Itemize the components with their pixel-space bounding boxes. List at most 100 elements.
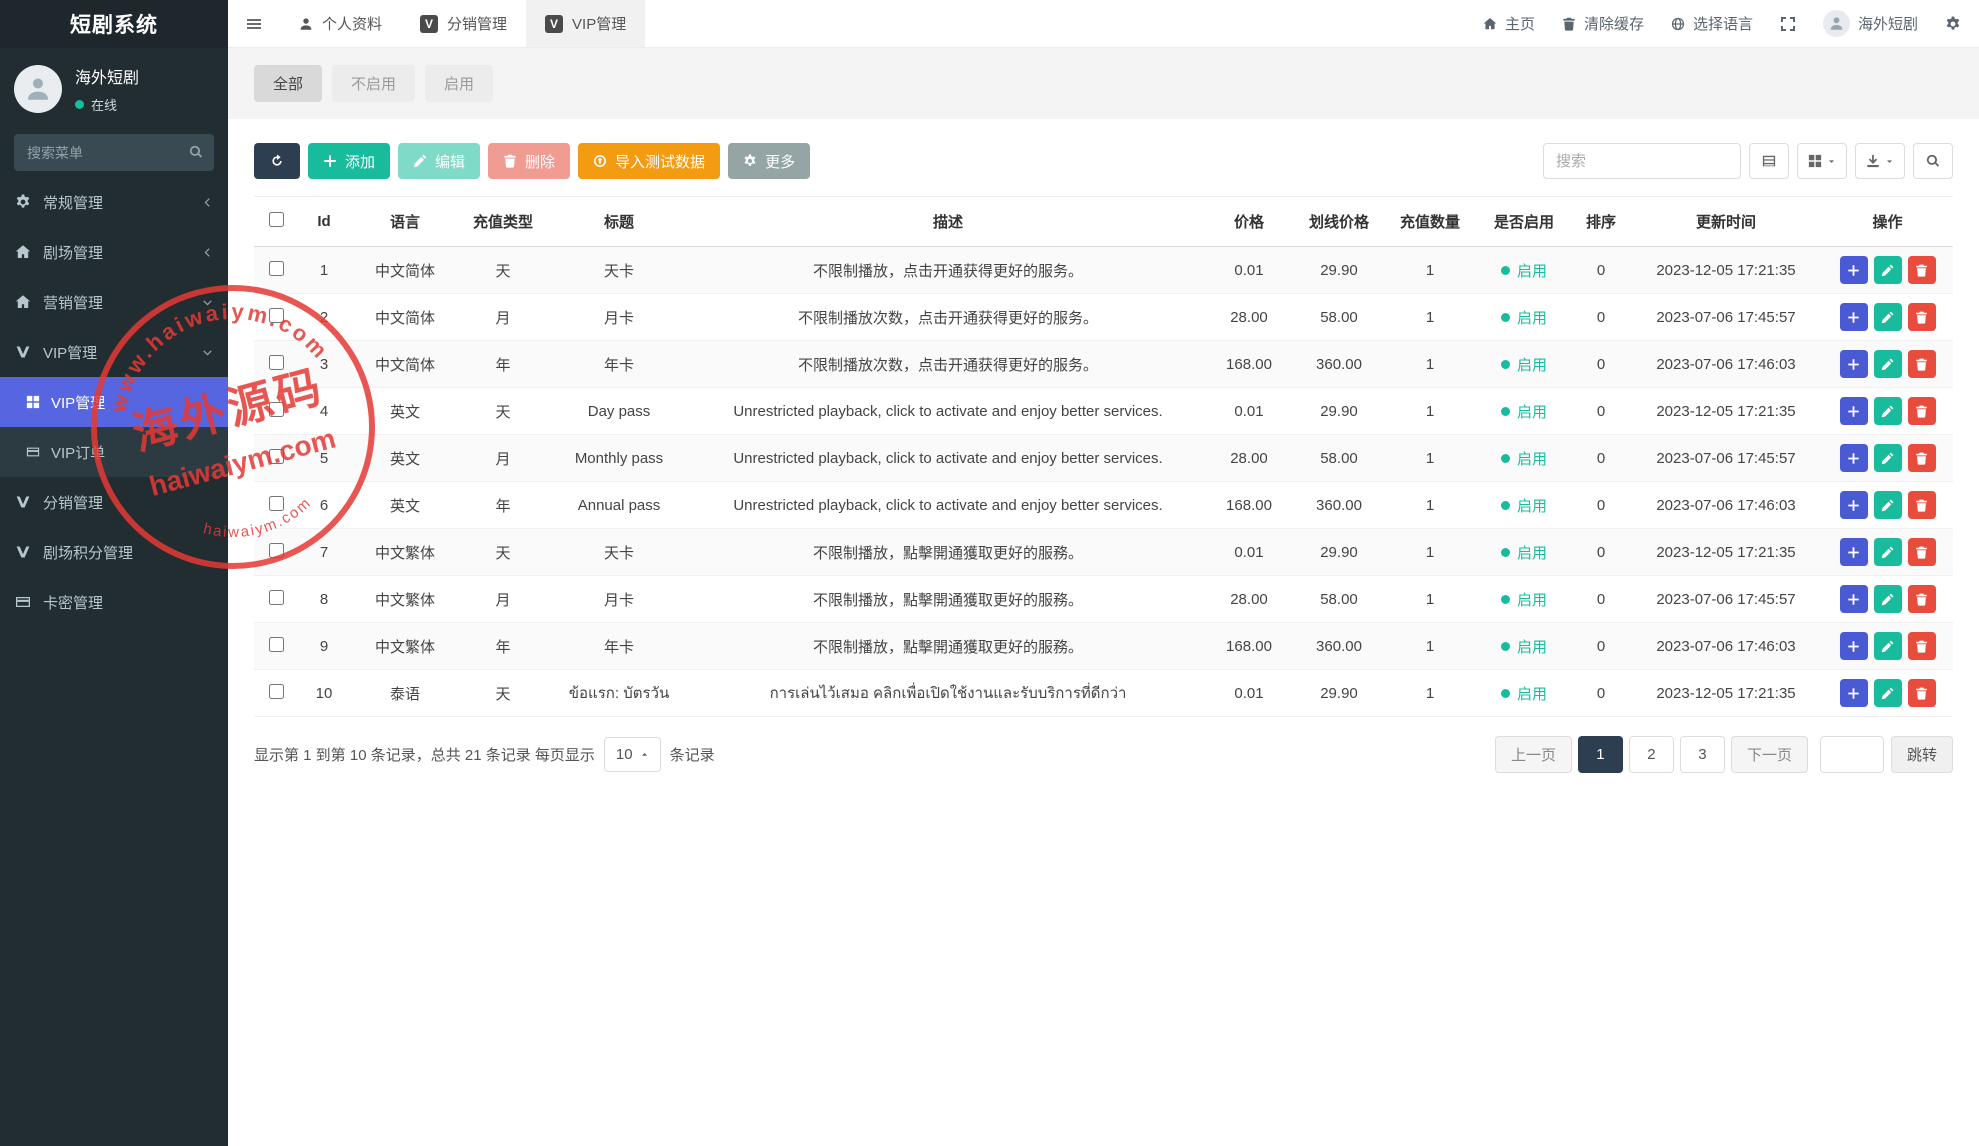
row-delete-button[interactable] <box>1908 256 1936 284</box>
row-checkbox[interactable] <box>269 496 284 511</box>
row-delete-button[interactable] <box>1908 444 1936 472</box>
column-header-1[interactable]: 语言 <box>350 197 460 247</box>
add-button[interactable]: 添加 <box>308 143 390 179</box>
row-edit-button[interactable] <box>1874 491 1902 519</box>
row-delete-button[interactable] <box>1908 350 1936 378</box>
row-delete-button[interactable] <box>1908 679 1936 707</box>
export-button[interactable] <box>1855 143 1905 179</box>
page-button-1[interactable]: 1 <box>1578 736 1623 773</box>
sidebar-item-vip[interactable]: VIP管理 <box>0 327 228 377</box>
page-button-2[interactable]: 2 <box>1629 736 1674 773</box>
sidebar-item-theater[interactable]: 剧场管理 <box>0 227 228 277</box>
row-edit-button[interactable] <box>1874 538 1902 566</box>
cell-price: 28.00 <box>1204 435 1294 482</box>
topbar-tab-distribution[interactable]: V分销管理 <box>401 0 526 47</box>
import-button[interactable]: 导入测试数据 <box>578 143 720 179</box>
column-header-10[interactable]: 更新时间 <box>1630 197 1822 247</box>
row-edit-button[interactable] <box>1874 256 1902 284</box>
row-delete-button[interactable] <box>1908 632 1936 660</box>
row-edit-button[interactable] <box>1874 350 1902 378</box>
pencil-icon <box>1881 687 1894 700</box>
delete-button[interactable]: 删除 <box>488 143 570 179</box>
row-delete-button[interactable] <box>1908 491 1936 519</box>
sidebar-item-cardkey[interactable]: 卡密管理 <box>0 577 228 627</box>
row-add-button[interactable] <box>1840 679 1868 707</box>
home-link[interactable]: 主页 <box>1483 13 1535 34</box>
user-menu[interactable]: 海外短剧 <box>1823 10 1918 37</box>
filter-tab-disabled[interactable]: 不启用 <box>332 65 415 102</box>
row-delete-button[interactable] <box>1908 397 1936 425</box>
columns-button[interactable] <box>1797 143 1847 179</box>
sidebar-subitem-vip-manage[interactable]: VIP管理 <box>0 377 228 427</box>
sidebar-item-marketing[interactable]: 营销管理 <box>0 277 228 327</box>
row-edit-button[interactable] <box>1874 397 1902 425</box>
language-link[interactable]: 选择语言 <box>1671 13 1753 34</box>
plus-icon <box>1847 546 1860 559</box>
column-header-7[interactable]: 充值数量 <box>1384 197 1476 247</box>
row-add-button[interactable] <box>1840 397 1868 425</box>
page-size-select[interactable]: 10 <box>604 737 661 772</box>
column-header-2[interactable]: 充值类型 <box>460 197 546 247</box>
column-header-11[interactable]: 操作 <box>1822 197 1953 247</box>
row-delete-button[interactable] <box>1908 303 1936 331</box>
sidebar-item-general[interactable]: 常规管理 <box>0 177 228 227</box>
fullscreen-button[interactable] <box>1780 16 1796 32</box>
next-page-button[interactable]: 下一页 <box>1731 736 1808 773</box>
row-add-button[interactable] <box>1840 538 1868 566</box>
refresh-button[interactable] <box>254 143 300 179</box>
row-edit-button[interactable] <box>1874 303 1902 331</box>
prev-page-button[interactable]: 上一页 <box>1495 736 1572 773</box>
filter-tab-all[interactable]: 全部 <box>254 65 322 102</box>
page-button-3[interactable]: 3 <box>1680 736 1725 773</box>
row-add-button[interactable] <box>1840 256 1868 284</box>
sidebar-toggle-button[interactable] <box>228 0 280 47</box>
topbar-tab-profile[interactable]: 个人资料 <box>280 0 401 47</box>
column-header-3[interactable]: 标题 <box>546 197 692 247</box>
menu-search-input[interactable] <box>14 134 214 171</box>
column-header-0[interactable]: Id <box>298 197 350 247</box>
row-checkbox[interactable] <box>269 449 284 464</box>
sidebar-item-points[interactable]: 剧场积分管理 <box>0 527 228 577</box>
jump-page-input[interactable] <box>1820 736 1884 773</box>
row-checkbox[interactable] <box>269 308 284 323</box>
column-header-6[interactable]: 划线价格 <box>1294 197 1384 247</box>
row-add-button[interactable] <box>1840 350 1868 378</box>
row-add-button[interactable] <box>1840 585 1868 613</box>
row-add-button[interactable] <box>1840 491 1868 519</box>
cell-line-price: 58.00 <box>1294 576 1384 623</box>
row-edit-button[interactable] <box>1874 632 1902 660</box>
row-edit-button[interactable] <box>1874 444 1902 472</box>
row-checkbox[interactable] <box>269 261 284 276</box>
row-checkbox[interactable] <box>269 590 284 605</box>
select-all-checkbox[interactable] <box>269 212 284 227</box>
sidebar-item-distribution[interactable]: 分销管理 <box>0 477 228 527</box>
table-search-input[interactable] <box>1543 143 1741 179</box>
row-delete-button[interactable] <box>1908 538 1936 566</box>
chevron-left-icon <box>202 197 213 208</box>
column-header-5[interactable]: 价格 <box>1204 197 1294 247</box>
sidebar-subitem-vip-orders[interactable]: VIP订单 <box>0 427 228 477</box>
settings-button[interactable] <box>1945 16 1961 32</box>
filter-tab-enabled[interactable]: 启用 <box>425 65 493 102</box>
row-checkbox[interactable] <box>269 402 284 417</box>
row-edit-button[interactable] <box>1874 679 1902 707</box>
row-add-button[interactable] <box>1840 303 1868 331</box>
row-checkbox[interactable] <box>269 355 284 370</box>
edit-button[interactable]: 编辑 <box>398 143 480 179</box>
jump-button[interactable]: 跳转 <box>1891 736 1953 773</box>
row-add-button[interactable] <box>1840 444 1868 472</box>
more-button[interactable]: 更多 <box>728 143 810 179</box>
column-header-4[interactable]: 描述 <box>692 197 1204 247</box>
view-toggle-button[interactable] <box>1749 143 1789 179</box>
row-delete-button[interactable] <box>1908 585 1936 613</box>
row-add-button[interactable] <box>1840 632 1868 660</box>
search-toggle-button[interactable] <box>1913 143 1953 179</box>
row-edit-button[interactable] <box>1874 585 1902 613</box>
row-checkbox[interactable] <box>269 684 284 699</box>
column-header-8[interactable]: 是否启用 <box>1476 197 1572 247</box>
topbar-tab-vip[interactable]: VVIP管理 <box>526 0 645 47</box>
row-checkbox[interactable] <box>269 543 284 558</box>
row-checkbox[interactable] <box>269 637 284 652</box>
clear-cache-link[interactable]: 清除缓存 <box>1562 13 1644 34</box>
column-header-9[interactable]: 排序 <box>1572 197 1630 247</box>
